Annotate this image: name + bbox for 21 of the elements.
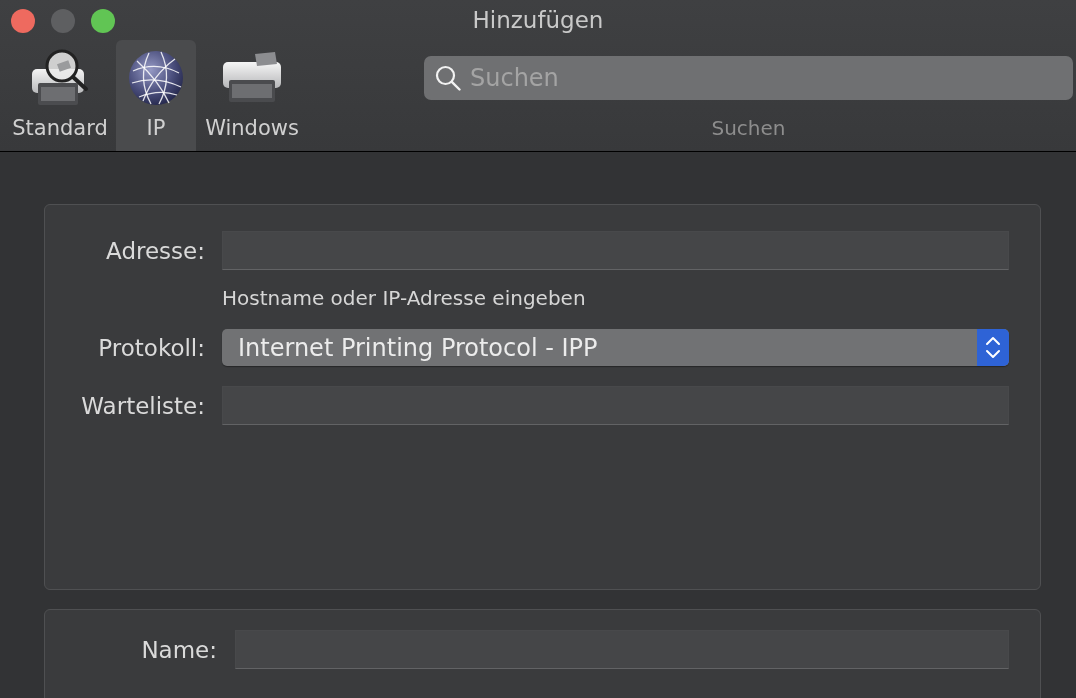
window-title: Hinzufügen (472, 6, 604, 34)
field-label: Warteliste: (80, 391, 205, 420)
stepper-arrows-icon (977, 329, 1009, 366)
dropdown-button[interactable]: Internet Printing Protocol - IPP (222, 329, 1009, 366)
printer-magnifier-icon (30, 49, 90, 107)
close-icon[interactable] (11, 8, 35, 33)
field-label: Name: (140, 635, 217, 664)
search-icon (435, 65, 461, 91)
field-label: Protokoll: (97, 333, 205, 362)
field-hint: Hostname oder IP-Adresse eingeben (222, 287, 586, 309)
field-label: Adresse: (105, 236, 205, 265)
text-field[interactable] (222, 231, 1009, 270)
search-caption: Suchen (711, 116, 786, 140)
printer-icon (221, 52, 283, 104)
zoom-icon[interactable] (91, 8, 115, 33)
text-field[interactable] (222, 386, 1009, 425)
globe-icon (129, 51, 183, 105)
text-field[interactable] (235, 630, 1009, 669)
toolbar-tab[interactable]: IP (116, 40, 196, 151)
toolbar-tab[interactable]: Standard (8, 40, 112, 151)
toolbar-tab[interactable]: Windows (200, 40, 304, 151)
